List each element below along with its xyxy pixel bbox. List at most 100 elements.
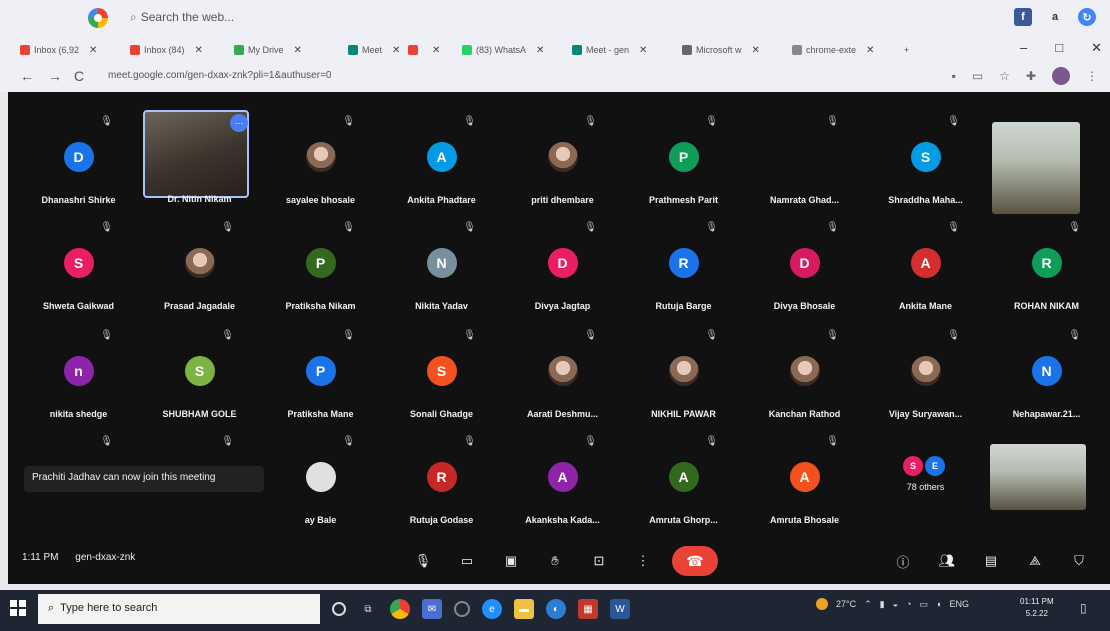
tab-close-icon[interactable]: ✕ [195,45,203,56]
browser-tab[interactable]: Meet - gen ✕ [572,40,676,60]
tab-close-icon[interactable]: ✕ [536,45,544,56]
google-logo-icon[interactable] [88,8,108,28]
browser-tab[interactable]: Inbox (84) ✕ [130,40,226,60]
participant-tile[interactable]: N 🎙︎ Nikita Yadav [381,212,502,312]
reload-button[interactable]: C [74,68,84,84]
task-view-icon[interactable]: ⧉ [358,599,378,619]
wifi-icon[interactable]: ◔ [906,599,911,609]
people-button[interactable]: 👥︎ [932,546,962,576]
taskbar-clock[interactable]: 01:11 PM 5.2.22 [1020,596,1054,620]
participant-tile[interactable]: ⋯ Dr. Nitin Nikam [139,106,260,206]
participant-tile[interactable]: 🎙︎ NIKHIL PAWAR [623,320,744,420]
participant-tile[interactable]: P 🎙︎ Pratiksha Mane [260,320,381,420]
participant-tile[interactable]: D 🎙︎ Dhanashri Shirke [18,106,139,206]
taskbar-search-box[interactable]: ⌕ Type here to search [38,594,320,624]
cast-icon[interactable]: ▭ [972,69,983,83]
circle-app-icon[interactable] [454,601,470,617]
meeting-info-button[interactable]: ⓘ [888,546,918,576]
participant-tile[interactable]: A 🎙︎ Amruta Bhosale [744,426,865,526]
participant-tile[interactable]: P 🎙︎ Prathmesh Parit [623,106,744,206]
extensions-icon[interactable]: ✚ [1026,69,1036,83]
url-field[interactable]: meet.google.com/gen-dxax-znk?pli=1&authu… [108,70,331,81]
edge-icon[interactable]: ◐ [546,599,566,619]
tab-close-icon[interactable]: ✕ [392,45,400,56]
participant-tile[interactable]: D 🎙︎ Divya Bhosale [744,212,865,312]
more-options-button[interactable]: ⋮ [628,546,658,576]
camera-permission-icon[interactable]: ▪ [952,69,956,83]
mail-icon[interactable]: ✉ [422,599,442,619]
battery-icon[interactable]: ▭ [919,599,928,610]
bookmark-star-icon[interactable]: ☆ [999,69,1010,83]
cortana-icon[interactable] [332,602,346,616]
weather-icon[interactable] [816,598,828,610]
chrome-icon[interactable] [390,599,410,619]
participant-tile[interactable]: N 🎙︎ Nehapawar.21... [986,320,1107,420]
maximize-button[interactable]: □ [1055,40,1063,56]
sync-icon[interactable]: ↻ [1078,8,1096,26]
browser-tab[interactable]: chrome-exte ✕ [792,40,892,60]
participant-tile[interactable]: n 🎙︎ nikita shedge [18,320,139,420]
tab-close-icon[interactable]: ✕ [294,45,302,56]
chat-button[interactable]: ▤ [976,546,1006,576]
windows-start-icon[interactable] [10,600,26,616]
edge-legacy-icon[interactable]: e [482,599,502,619]
participant-tile[interactable]: A 🎙︎ Ankita Phadtare [381,106,502,206]
participant-tile[interactable]: 🎙︎ Vijay Suryawan... [865,320,986,420]
participant-tile[interactable]: 🎙︎ Namrata Ghad... [744,106,865,206]
tab-close-icon[interactable]: ✕ [432,45,440,56]
host-controls-button[interactable]: ⛉ [1064,546,1094,576]
present-button[interactable]: ⊡ [584,546,614,576]
mic-button[interactable]: 🎙︎ [408,546,438,576]
forward-button[interactable]: → [48,68,62,84]
tray-app-icon[interactable]: ▮ [880,599,885,610]
tray-chevron-icon[interactable]: ⌃ [864,599,872,610]
back-button[interactable]: ← [20,68,34,84]
profile-avatar[interactable] [1052,67,1070,85]
network-icon[interactable]: ◒ [893,599,898,609]
participant-tile[interactable]: A 🎙︎ Akanksha Kada... [502,426,623,526]
activities-button[interactable]: ⟁ [1020,546,1050,576]
volume-icon[interactable]: ◖ [936,599,941,609]
participant-tile[interactable]: R 🎙︎ Rutuja Barge [623,212,744,312]
participant-tile[interactable]: R 🎙︎ ROHAN NIKAM [986,212,1107,312]
participant-tile[interactable]: P 🎙︎ Pratiksha Nikam [260,212,381,312]
participant-tile[interactable]: S 🎙︎ SHUBHAM GOLE [139,320,260,420]
participant-tile[interactable]: 🎙︎ ay Bale [260,426,381,526]
file-explorer-icon[interactable]: ▬ [514,599,534,619]
participant-tile[interactable]: 🎙︎ sayalee bhosale [260,106,381,206]
more-participants-tile[interactable]: S E 78 others [865,426,986,526]
new-tab-button[interactable]: + [904,40,924,60]
participant-tile[interactable]: S 🎙︎ Shraddha Maha... [865,106,986,206]
notification-center-icon[interactable]: ▯ [1080,601,1087,615]
browser-tab[interactable]: Inbox (6,92 ✕ [20,40,120,60]
participant-tile[interactable]: S 🎙︎ Sonali Ghadge [381,320,502,420]
participant-video-top-right[interactable] [992,122,1080,214]
participant-tile[interactable]: R 🎙︎ Rutuja Godase [381,426,502,526]
camera-button[interactable]: ▭ [452,546,482,576]
facebook-icon[interactable]: f [1014,8,1032,26]
tab-close-icon[interactable]: ✕ [89,45,97,56]
captions-button[interactable]: ▣ [496,546,526,576]
browser-tab[interactable]: Microsoft w ✕ [682,40,786,60]
weather-temp[interactable]: 27°C [836,599,856,609]
browser-tab[interactable]: ✕ [408,40,452,60]
participant-tile[interactable]: 🎙︎ Kanchan Rathod [744,320,865,420]
web-search-box[interactable]: ⌕ Search the web... [130,10,234,25]
word-icon[interactable]: W [610,599,630,619]
browser-tab[interactable]: (83) WhatsA ✕ [462,40,566,60]
participant-tile[interactable]: 🎙︎ Aarati Deshmu... [502,320,623,420]
minimize-button[interactable]: – [1020,40,1027,56]
self-view-video[interactable] [990,444,1086,510]
participant-tile[interactable]: 🎙︎ priti dhembare [502,106,623,206]
participant-tile[interactable]: D 🎙︎ Divya Jagtap [502,212,623,312]
tab-close-icon[interactable]: ✕ [752,45,760,56]
browser-tab[interactable]: My Drive ✕ [234,40,342,60]
participant-tile[interactable]: A 🎙︎ Ankita Mane [865,212,986,312]
participant-tile[interactable]: A 🎙︎ Amruta Ghorp... [623,426,744,526]
close-window-button[interactable]: ✕ [1091,40,1102,56]
participant-tile[interactable]: 🎙︎ Prasad Jagadale [139,212,260,312]
tab-close-icon[interactable]: ✕ [866,45,874,56]
language-indicator[interactable]: ENG [949,599,969,609]
tab-close-icon[interactable]: ✕ [639,45,647,56]
leave-call-button[interactable]: ☎︎ [672,546,718,576]
